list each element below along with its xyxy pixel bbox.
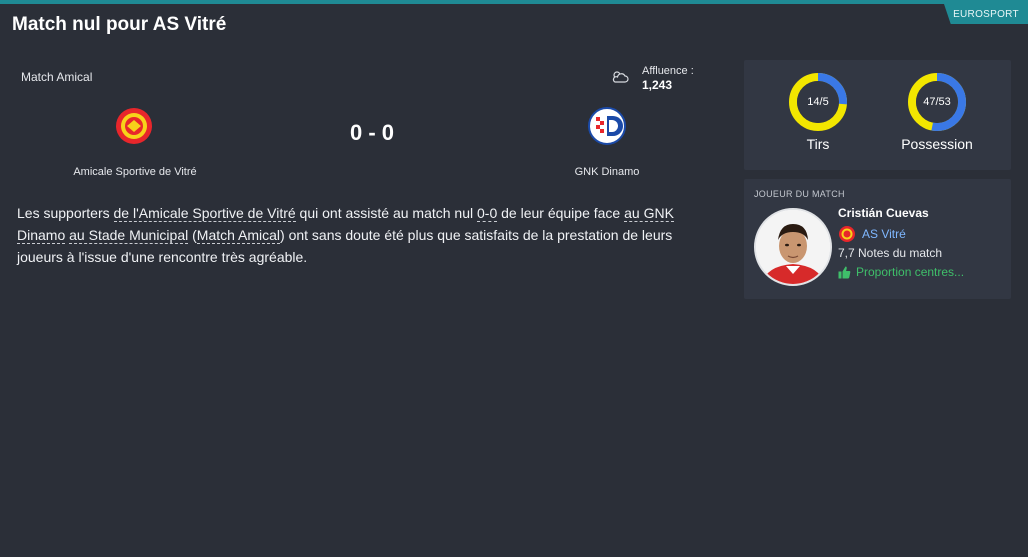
top-accent-bar (0, 0, 1028, 4)
possession-label: Possession (901, 136, 973, 152)
source-tag: EUROSPORT (944, 4, 1028, 24)
cloudy-icon (612, 71, 629, 83)
club-name[interactable]: AS Vitré (862, 227, 906, 241)
match-type: Match Amical (21, 70, 93, 84)
player-stat[interactable]: Proportion centres... (838, 265, 964, 279)
stadium-link[interactable]: au Stade Municipal (69, 227, 189, 244)
club-badge-icon (839, 226, 855, 242)
report-text: qui ont assisté au match nul (295, 205, 477, 221)
shots-label: Tirs (806, 136, 830, 152)
thumbs-up-icon (838, 266, 851, 278)
player-rating: 7,7 Notes du match (838, 246, 943, 260)
possession-value: 47/53 (923, 96, 951, 108)
away-team-badge[interactable] (587, 106, 627, 146)
home-team-name[interactable]: Amicale Sportive de Vitré (35, 166, 235, 178)
player-club[interactable]: AS Vitré (838, 225, 906, 243)
man-of-the-match-panel: JOUEUR DU MATCH Cristián Cuevas AS Vitré… (744, 179, 1011, 299)
match-stats-panel: 14/5 Tirs 47/53 Possession (744, 60, 1011, 170)
match-score: 0 - 0 (349, 120, 395, 145)
shots-value: 14/5 (807, 96, 829, 108)
report-text: ( (188, 227, 197, 243)
home-team-badge[interactable] (114, 106, 154, 146)
attendance-value: 1,243 (642, 78, 673, 92)
motm-header: JOUEUR DU MATCH (754, 189, 845, 199)
attendance-label: Affluence : (642, 65, 694, 77)
player-avatar[interactable] (754, 208, 832, 286)
score-link[interactable]: 0-0 (477, 205, 498, 222)
player-name[interactable]: Cristián Cuevas (838, 206, 929, 220)
away-team-name[interactable]: GNK Dinamo (507, 166, 707, 178)
club-link[interactable]: de l'Amicale Sportive de Vitré (113, 205, 296, 222)
page-title: Match nul pour AS Vitré (12, 14, 227, 35)
report-text: de leur équipe face (497, 205, 625, 221)
attendance: Affluence : 1,243 (642, 64, 694, 92)
player-photo (756, 210, 830, 284)
competition-link[interactable]: Match Amical (196, 227, 281, 244)
player-stat-link[interactable]: Proportion centres... (856, 265, 964, 279)
match-report: Les supporters de l'Amicale Sportive de … (17, 202, 717, 268)
report-text: Les supporters (17, 205, 114, 221)
